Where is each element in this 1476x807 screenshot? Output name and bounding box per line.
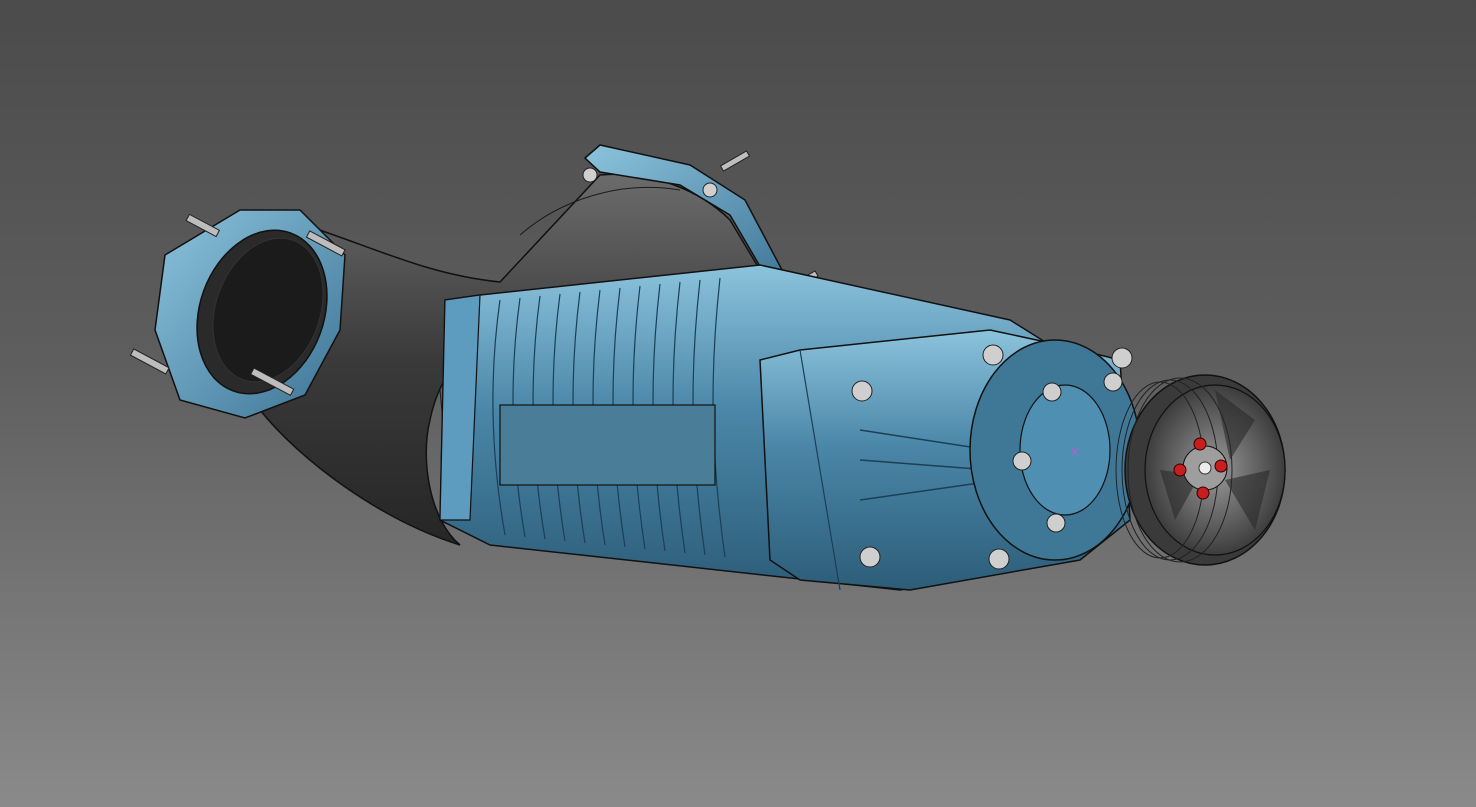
housing-side-panel — [499, 404, 716, 486]
gear-case[interactable]: × — [759, 329, 1141, 591]
3d-viewport[interactable]: × — [0, 0, 1476, 807]
origin-marker-icon: × — [1069, 444, 1081, 460]
supercharger-model[interactable]: × — [0, 0, 1476, 807]
drive-pulley[interactable] — [1115, 374, 1286, 566]
